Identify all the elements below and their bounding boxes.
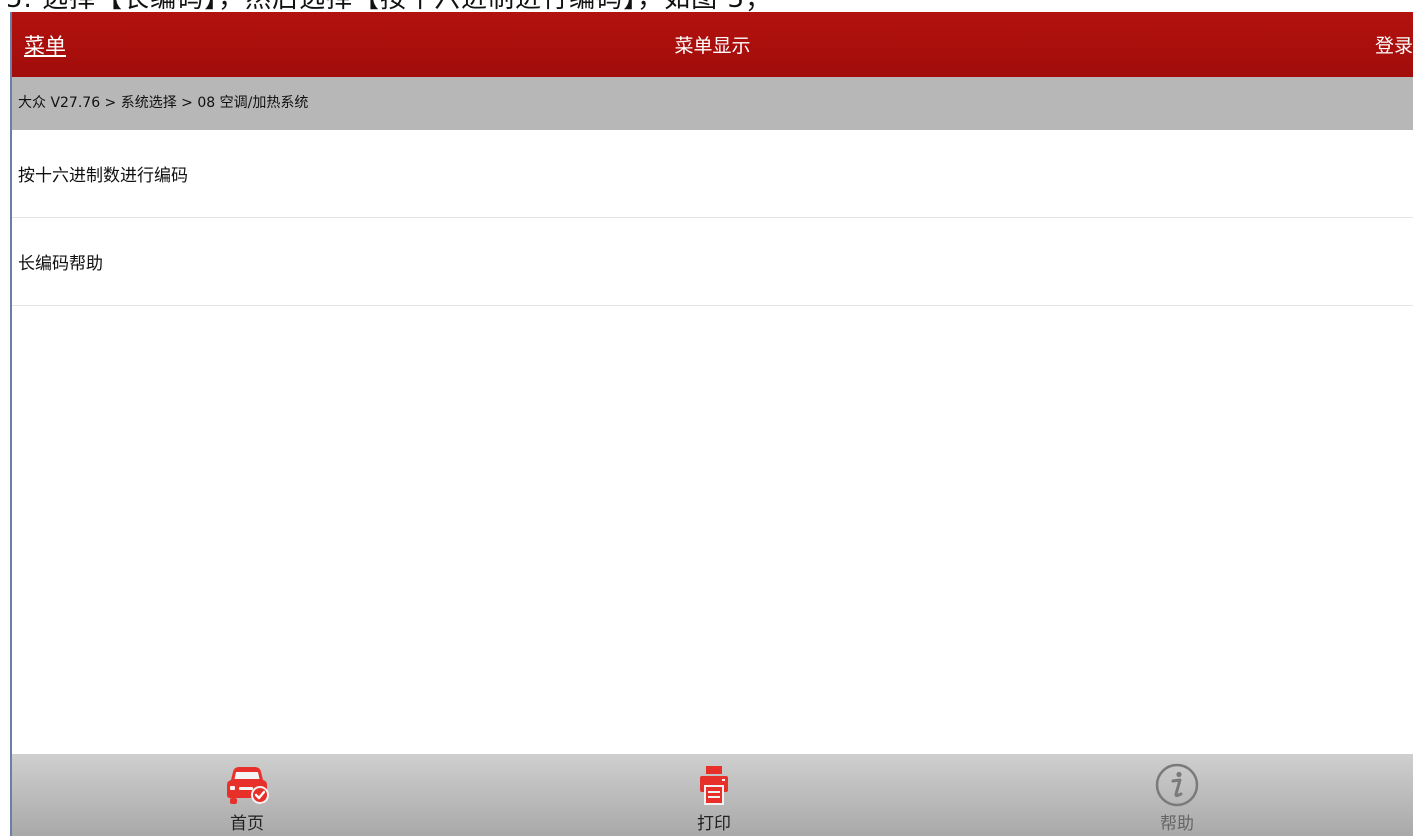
car-check-icon xyxy=(227,767,269,804)
header-bar: 菜单 菜单显示 登录 xyxy=(12,12,1413,77)
menu-item-hex-coding[interactable]: 按十六进制数进行编码 xyxy=(12,130,1413,218)
home-button[interactable]: 首页 xyxy=(177,754,317,836)
menu-item-long-coding-help[interactable]: 长编码帮助 xyxy=(12,218,1413,306)
printer-icon xyxy=(700,766,728,805)
caption-text: 5. 选择【长编码】，然后选择【按十六进制进行编码】，如图 3； xyxy=(6,0,772,12)
footer-toolbar: 首页 打印 帮助 xyxy=(12,754,1413,836)
home-label: 首页 xyxy=(230,814,264,834)
document-caption: 5. 选择【长编码】，然后选择【按十六进制进行编码】，如图 3； xyxy=(0,0,1413,12)
page-title: 菜单显示 xyxy=(674,35,751,57)
login-button[interactable]: 登录 xyxy=(1375,31,1413,58)
page: 5. 选择【长编码】，然后选择【按十六进制进行编码】，如图 3； 菜单 菜单显示… xyxy=(0,0,1413,836)
info-icon xyxy=(1155,763,1199,807)
print-label: 打印 xyxy=(697,814,731,834)
app-window: 菜单 菜单显示 登录 大众 V27.76 > 系统选择 > 08 空调/加热系统… xyxy=(10,12,1413,836)
print-button[interactable]: 打印 xyxy=(644,754,784,836)
menu-list: 按十六进制数进行编码 长编码帮助 xyxy=(12,130,1413,306)
breadcrumb: 大众 V27.76 > 系统选择 > 08 空调/加热系统 xyxy=(12,77,1413,130)
help-label: 帮助 xyxy=(1160,814,1194,834)
help-button[interactable]: 帮助 xyxy=(1107,754,1247,836)
